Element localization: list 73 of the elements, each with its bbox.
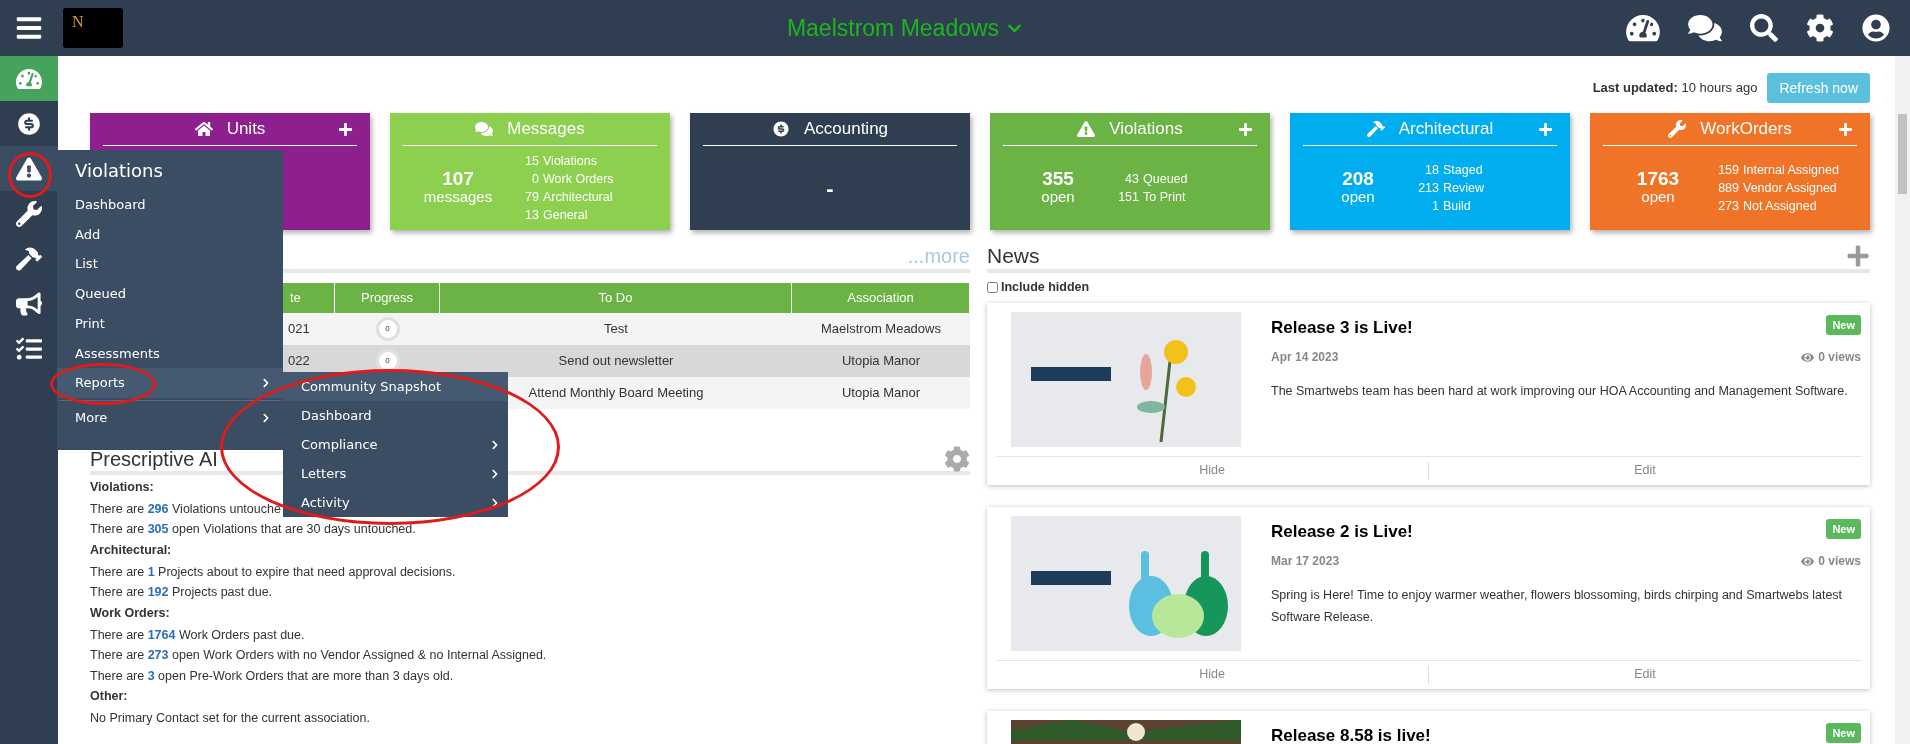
card-title: Units [194,116,266,142]
insight-text: No Primary Contact set for the current association. [90,710,370,728]
news-date: Mar 17 2023 [1271,553,1340,571]
stat-count: 159 [1717,162,1739,179]
card-title: Messages [475,116,585,142]
stat-count: 273 [1717,198,1739,215]
card-count-label: messages [423,188,493,206]
new-badge: New [1826,314,1861,336]
table-cell-text: Utopia Manor [840,384,921,403]
stat-count: 15 [524,153,539,170]
card-title: WorkOrders [1668,116,1792,142]
card-count: 208 [1342,170,1374,188]
stat-label: Architectural [543,189,613,206]
section-heading: Architectural: [90,541,172,559]
menu-title: Violations [74,158,164,183]
stat-label: Build [1443,198,1471,215]
stat-count: 1 [1431,198,1439,215]
card-title: Violations [1077,116,1183,142]
stat-count: 0 [531,171,539,188]
insight-text: There are 273 open Work Orders with no Vendor Assigned & no Internal Assigned. [90,645,547,666]
stat-count: 151 [1117,189,1139,206]
stat-count: 213 [1417,180,1439,197]
card-title: Accounting [771,116,889,142]
stat-count: 79 [524,189,539,206]
stat-label: Work Orders [543,171,614,188]
table-cell-text: Send out newsletter [557,352,675,371]
table-cell-text: Maelstrom Meadows [820,320,942,339]
card-count: 107 [442,170,474,188]
insight-text: There are 296 Violations untouche [90,499,281,520]
card-title: Architectural [1366,116,1494,142]
card-count-label: open [1641,188,1675,206]
section-heading: Violations: [90,478,154,496]
stat-count: 43 [1124,171,1139,188]
new-badge: New [1826,722,1861,744]
stat-label: General [543,207,588,224]
insight-text: There are 1 Projects about to expire that need approval decisions. [90,562,456,583]
table-cell-text: Test [603,320,629,339]
news-body: Spring is Here! Time to enjoy warmer weather, flowers blossoming, birds chirping and Smartwebs latest Software Release. [1271,587,1844,627]
table-cell-text: Attend Monthly Board Meeting [527,384,705,403]
stat-count: 13 [524,207,539,224]
new-badge: New [1826,518,1861,540]
insight-text: There are 192 Projects past due. [90,582,273,603]
view-count: 0 views [1801,552,1861,571]
insight-text: There are 1764 Work Orders past due. [90,625,305,646]
table-cell-text: 022 [288,352,310,371]
view-count: 0 views [1801,348,1861,367]
checkbox-label: Include hidden [1001,279,1090,296]
stat-label: Queued [1143,171,1188,188]
news-body: The Smartwebs team has been hard at work improving our HOA Accounting and Management Software. [1271,383,1849,401]
stat-label: Vendor Assigned [1743,180,1837,197]
stat-label: Review [1443,180,1484,197]
stat-count: 18 [1424,162,1439,179]
section-heading: Work Orders: [90,604,170,622]
section-title: Prescriptive AI [90,447,218,471]
stat-label: Internal Assigned [1743,162,1839,179]
card-value: - [826,174,834,203]
section-heading: Other: [90,688,128,706]
stat-label: Staged [1443,162,1483,179]
card-count: 1763 [1636,170,1680,188]
insight-text: There are 305 open Violations that are 30 days untouched. [90,519,416,540]
stat-count: 889 [1717,180,1739,197]
stat-label: Not Assigned [1743,198,1817,215]
table-cell-text: Utopia Manor [840,352,921,371]
section-title: News [987,243,1040,270]
insight-text: There are 3 open Pre-Work Orders that are more than 3 days old. [90,666,454,687]
stat-label: Violations [543,153,597,170]
last-updated-text: Last updated: 10 hours ago [1592,79,1758,98]
card-count-label: open [1041,188,1075,206]
table-cell-text: 021 [288,320,310,339]
card-count-label: open [1341,188,1375,206]
stat-label: To Print [1143,189,1186,206]
news-date: Apr 14 2023 [1271,349,1339,367]
card-count: 355 [1042,170,1074,188]
